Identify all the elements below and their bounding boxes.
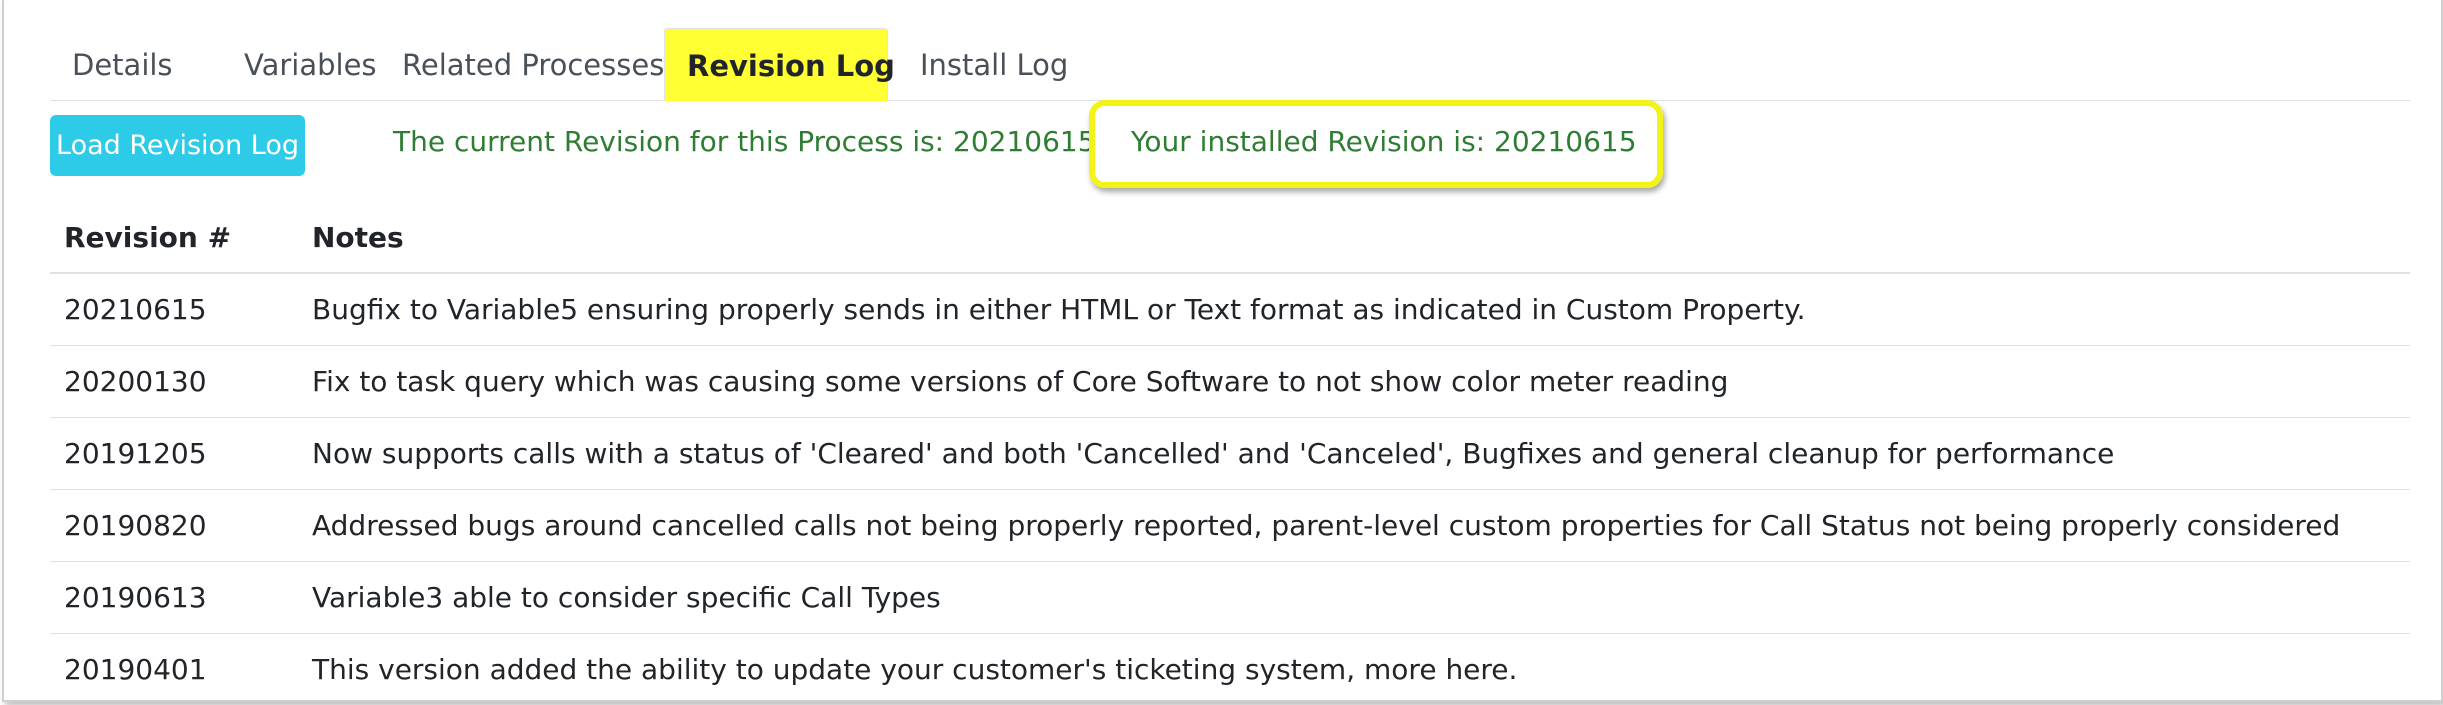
tab-revision-log[interactable]: Revision Log (664, 28, 895, 101)
current-revision-text: The current Revision for this Process is… (393, 125, 1096, 158)
table-row: 20191205 Now supports calls with a statu… (50, 417, 2410, 490)
table-row: 20190401 This version added the ability … (50, 634, 2410, 705)
tab-details[interactable]: Details (50, 28, 195, 100)
tab-related-processes[interactable]: Related Processes (380, 28, 686, 100)
table-header-row: Revision # Notes (50, 190, 2410, 274)
revision-cell: 20190820 (50, 489, 298, 562)
revision-table: Revision # Notes 20210615 Bugfix to Vari… (50, 190, 2410, 705)
table-row: 20200130 Fix to task query which was cau… (50, 345, 2410, 418)
revision-cell: 20210615 (50, 273, 298, 346)
tab-bar: Details Variables Related Processes Revi… (50, 28, 2410, 101)
tab-install-log[interactable]: Install Log (898, 28, 1090, 100)
notes-cell: This version added the ability to update… (312, 653, 1518, 686)
notes-cell: Variable3 able to consider specific Call… (298, 561, 2410, 634)
tab-variables[interactable]: Variables (222, 28, 399, 100)
revision-cell: 20200130 (50, 345, 298, 418)
table-row: 20210615 Bugfix to Variable5 ensuring pr… (50, 273, 2410, 346)
notes-cell: Bugfix to Variable5 ensuring properly se… (298, 273, 2410, 346)
notes-cell: Addressed bugs around cancelled calls no… (298, 489, 2410, 562)
revision-cell: 20191205 (50, 417, 298, 490)
load-revision-log-button[interactable]: Load Revision Log (50, 115, 305, 176)
revision-cell: 20190401 (64, 653, 207, 686)
installed-revision-text: Your installed Revision is: 20210615 (1131, 125, 1637, 158)
notes-cell: Fix to task query which was causing some… (298, 345, 2410, 418)
table-row: 20190613 Variable3 able to consider spec… (50, 561, 2410, 634)
notes-column-header: Notes (298, 190, 2410, 274)
revision-column-header: Revision # (50, 190, 298, 274)
revision-cell: 20190613 (50, 561, 298, 634)
notes-cell: Now supports calls with a status of 'Cle… (298, 417, 2410, 490)
table-row: 20190820 Addressed bugs around cancelled… (50, 489, 2410, 562)
